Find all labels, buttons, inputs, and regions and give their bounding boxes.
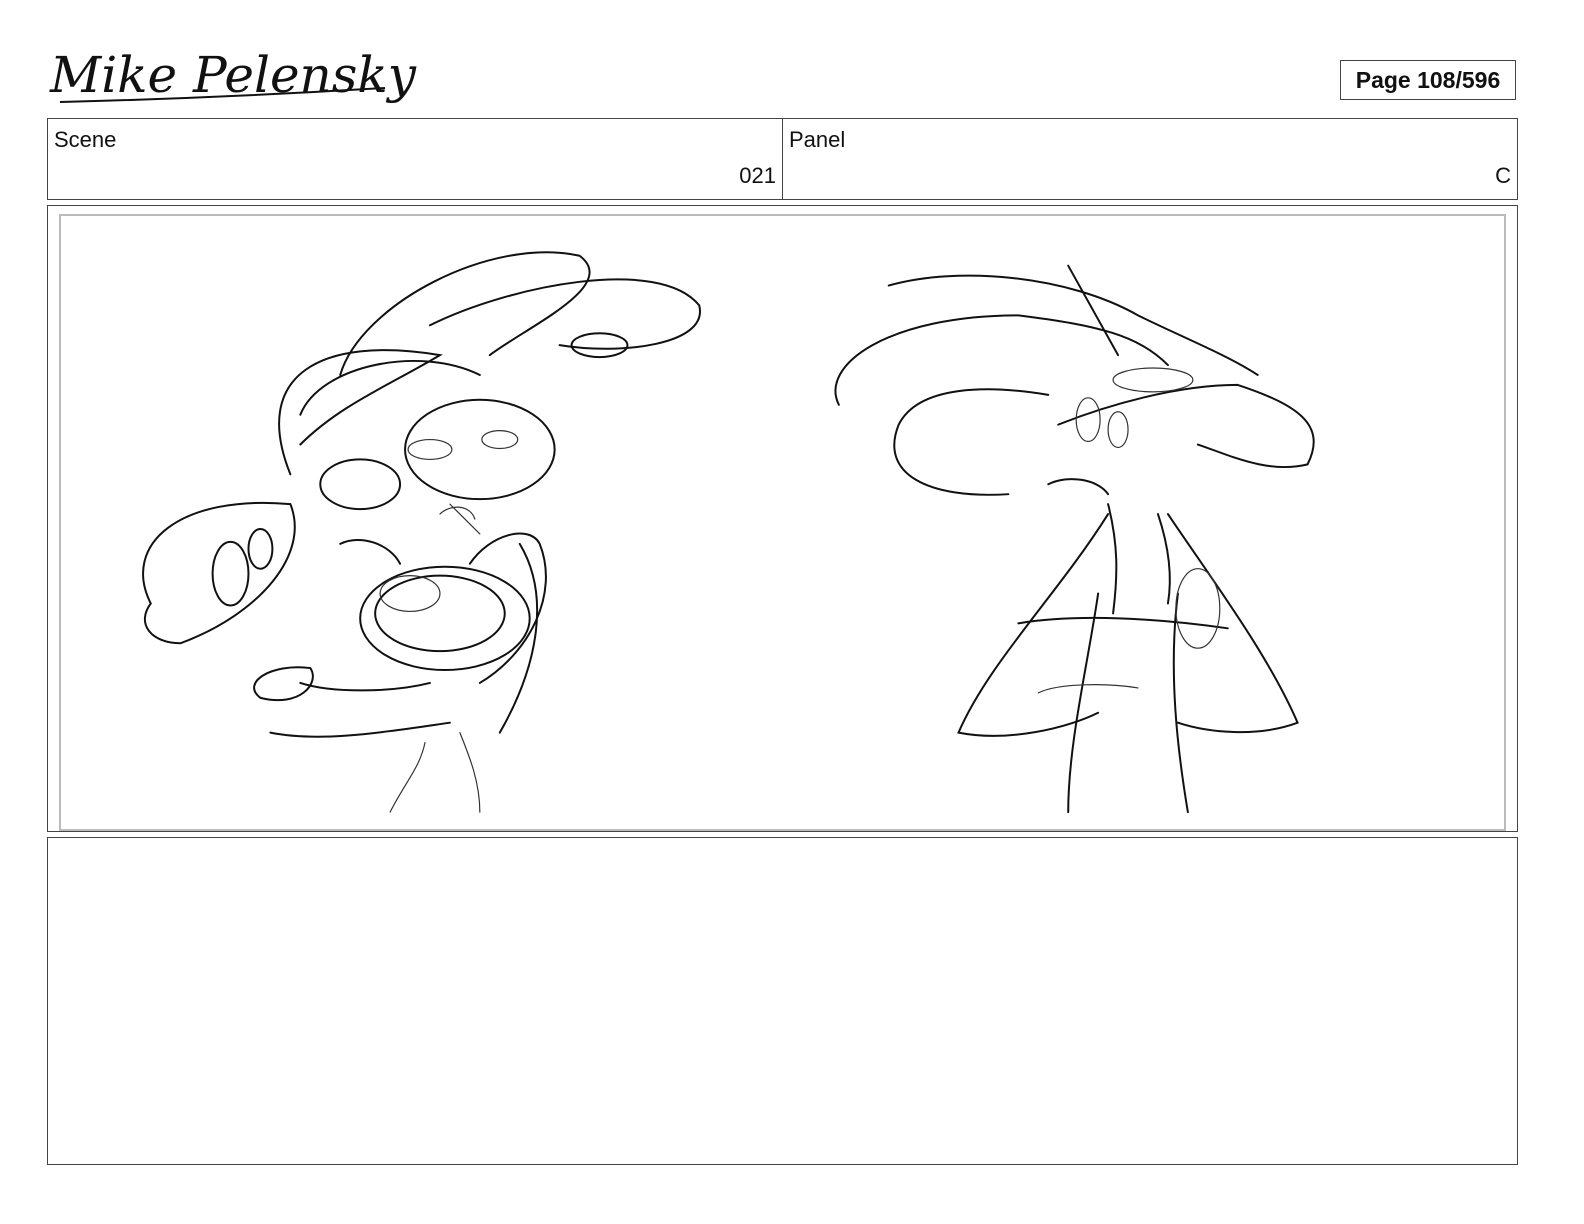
- scene-panel-info: Scene 021 Panel C: [47, 118, 1518, 200]
- artist-signature: Mike Pelensky: [49, 40, 417, 120]
- scene-number: 021: [739, 163, 776, 188]
- right-character-sketch: [834, 264, 1315, 814]
- storyboard-sketch: [142, 251, 1315, 814]
- scene-cell: Scene 021: [48, 119, 782, 199]
- scene-label: Scene: [54, 127, 117, 152]
- storyboard-drawing-area: [59, 214, 1506, 831]
- page-number-badge: Page 108/596: [1340, 60, 1516, 100]
- storyboard-notes-box: [47, 837, 1518, 1165]
- left-character-sketch: [142, 251, 701, 813]
- page-number-label: Page 108/596: [1355, 66, 1501, 93]
- storyboard-image-frame: [47, 205, 1518, 832]
- panel-cell: Panel C: [782, 119, 1517, 199]
- panel-letter: C: [1495, 163, 1511, 188]
- panel-label: Panel: [789, 127, 846, 152]
